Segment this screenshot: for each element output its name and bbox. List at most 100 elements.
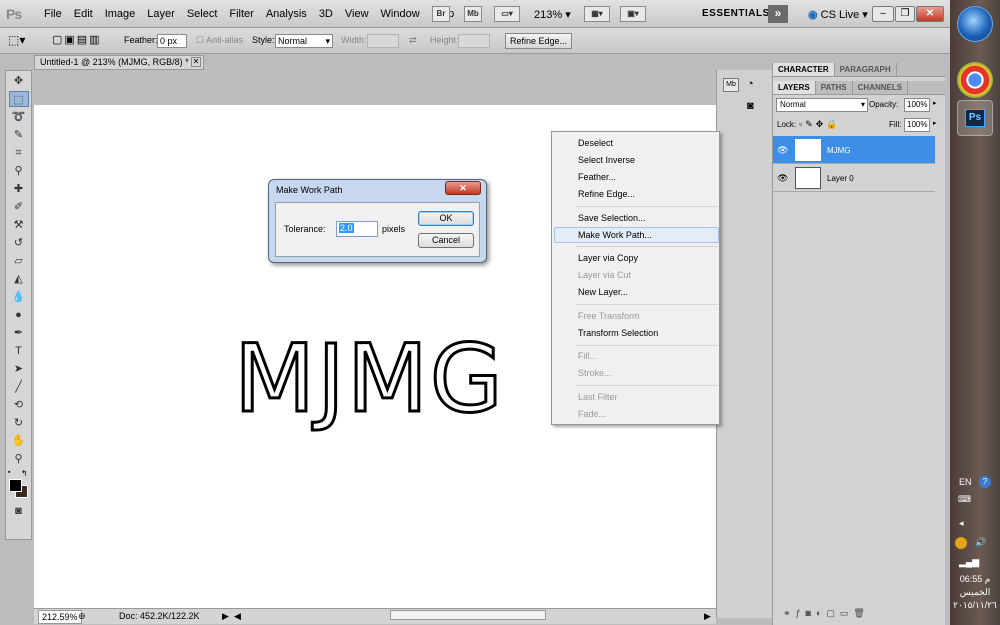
close-button[interactable]: ✕ bbox=[916, 6, 944, 22]
paint-bucket-icon[interactable]: ◭ bbox=[9, 271, 29, 287]
opacity-slider-arrow-icon[interactable]: ▸ bbox=[933, 99, 937, 107]
document-tab[interactable]: Untitled-1 @ 213% (MJMG, RGB/8) * ✕ bbox=[34, 55, 204, 70]
history-panel-icon[interactable]: ◙ bbox=[747, 100, 754, 112]
tray-expand-icon[interactable]: ◂ bbox=[959, 518, 964, 529]
refine-edge-button[interactable]: Refine Edge... bbox=[505, 33, 572, 49]
network-icon[interactable]: ▂▄▆ bbox=[959, 557, 979, 568]
layer-footer-icons[interactable]: ⚭ƒ◙◐▢▭🗑 bbox=[783, 608, 870, 619]
menu-item-layer-via-copy[interactable]: Layer via Copy bbox=[578, 253, 638, 263]
blur-icon[interactable]: 💧 bbox=[9, 289, 29, 305]
opacity-input[interactable]: 100% bbox=[904, 98, 930, 112]
expand-workspaces-icon[interactable]: » bbox=[768, 5, 788, 23]
menu-item-deselect[interactable]: Deselect bbox=[578, 138, 613, 148]
path-selection-icon[interactable]: ➤ bbox=[9, 361, 29, 377]
minibridge-icon[interactable]: Mb bbox=[464, 6, 482, 22]
help-icon[interactable]: ? bbox=[979, 476, 991, 488]
crop-icon[interactable]: ⌗ bbox=[9, 145, 29, 161]
cs-live-button[interactable]: ◉ CS Live ▾ bbox=[808, 8, 868, 21]
menu-analysis[interactable]: Analysis bbox=[260, 0, 313, 28]
photoshop-taskbar-button[interactable]: Ps bbox=[957, 100, 993, 136]
type-tool-icon[interactable]: T bbox=[9, 343, 29, 359]
tab-character[interactable]: CHARACTER bbox=[773, 63, 835, 76]
menu-file[interactable]: File bbox=[38, 0, 68, 28]
lasso-icon[interactable]: ➰ bbox=[9, 109, 29, 125]
marquee-preset-icon[interactable]: ⬚▾ bbox=[8, 33, 25, 47]
quick-mask-icon[interactable]: ◙ bbox=[9, 503, 29, 519]
workspace-switcher[interactable]: ESSENTIALS bbox=[702, 8, 770, 19]
swap-icon[interactable]: ⇄ bbox=[409, 35, 417, 46]
minimize-button[interactable]: – bbox=[872, 6, 894, 22]
menu-item-new-layer[interactable]: New Layer... bbox=[578, 287, 628, 297]
menu-item-last-filter[interactable]: Last Filter bbox=[578, 392, 618, 402]
menu-item-save-selection[interactable]: Save Selection... bbox=[578, 213, 646, 223]
tab-paragraph[interactable]: PARAGRAPH bbox=[835, 63, 897, 76]
pen-icon[interactable]: ✒ bbox=[9, 325, 29, 341]
arrange-documents-icon[interactable]: ▦▾ bbox=[584, 6, 610, 22]
color-swatches[interactable]: ▪ ↰ bbox=[6, 469, 31, 499]
menu-edit[interactable]: Edit bbox=[68, 0, 99, 28]
scroll-left-icon[interactable]: ◀ bbox=[234, 609, 241, 624]
blend-mode-select[interactable]: Normal ▾ bbox=[776, 98, 868, 112]
lock-icons[interactable]: ▫✎✥🔒 bbox=[799, 119, 840, 130]
fill-input[interactable]: 100% bbox=[904, 118, 930, 132]
menu-select[interactable]: Select bbox=[181, 0, 224, 28]
dodge-icon[interactable]: ● bbox=[9, 307, 29, 323]
screen-mode-icon[interactable]: ▣▾ bbox=[620, 6, 646, 22]
default-colors-icon[interactable]: ▪ bbox=[8, 469, 10, 476]
zoom-icon[interactable]: ⚲ bbox=[9, 451, 29, 467]
language-indicator[interactable]: EN bbox=[959, 477, 972, 487]
style-select[interactable]: Normal ▾ bbox=[275, 34, 333, 48]
menu-filter[interactable]: Filter bbox=[223, 0, 259, 28]
fill-slider-arrow-icon[interactable]: ▸ bbox=[933, 119, 937, 127]
minibridge-panel-icon[interactable]: Mb bbox=[723, 78, 739, 92]
bridge-icon[interactable]: Br bbox=[432, 6, 450, 22]
tab-layers[interactable]: LAYERS bbox=[773, 81, 816, 94]
tab-channels[interactable]: CHANNELS bbox=[853, 81, 909, 94]
layer-row-mjmg[interactable]: 👁 T MJMG bbox=[773, 136, 935, 164]
eye-icon[interactable]: 👁 bbox=[777, 173, 788, 184]
clone-stamp-icon[interactable]: ⚒ bbox=[9, 217, 29, 233]
menu-item-layer-via-cut[interactable]: Layer via Cut bbox=[578, 270, 631, 280]
menu-item-make-work-path[interactable]: Make Work Path... bbox=[578, 230, 652, 240]
3d-rotate-icon[interactable]: ⟲ bbox=[9, 397, 29, 413]
feather-input[interactable]: 0 px bbox=[157, 34, 187, 48]
menu-item-fade[interactable]: Fade... bbox=[578, 409, 606, 419]
move-tool-icon[interactable]: ✥ bbox=[9, 73, 29, 89]
navigator-panel-icon[interactable]: ◔ bbox=[747, 78, 754, 90]
status-menu-arrow-icon[interactable]: ▶ bbox=[222, 609, 229, 624]
eyedropper-icon[interactable]: ⚲ bbox=[9, 163, 29, 179]
tolerance-input[interactable]: 2.0 bbox=[336, 221, 378, 237]
hand-icon[interactable]: ✋ bbox=[9, 433, 29, 449]
clock-time[interactable]: 06:55 م bbox=[950, 574, 1000, 585]
volume-icon[interactable]: 🔊 bbox=[975, 537, 986, 548]
menu-item-transform-selection[interactable]: Transform Selection bbox=[578, 328, 658, 338]
layer-row-layer0[interactable]: 👁 Layer 0 bbox=[773, 164, 935, 192]
menu-image[interactable]: Image bbox=[99, 0, 142, 28]
view-extras-icon[interactable]: ▭▾ bbox=[494, 6, 520, 22]
width-input[interactable] bbox=[367, 34, 399, 48]
menu-item-free-transform[interactable]: Free Transform bbox=[578, 311, 640, 321]
healing-brush-icon[interactable]: ✚ bbox=[9, 181, 29, 197]
close-document-icon[interactable]: ✕ bbox=[191, 57, 201, 67]
status-zoom-icon[interactable]: ⊛ bbox=[78, 609, 86, 624]
eraser-icon[interactable]: ▱ bbox=[9, 253, 29, 269]
chrome-icon[interactable] bbox=[957, 62, 993, 98]
menu-item-fill[interactable]: Fill... bbox=[578, 351, 597, 361]
menu-window[interactable]: Window bbox=[375, 0, 426, 28]
restore-button[interactable]: ❐ bbox=[895, 6, 915, 22]
status-zoom[interactable]: 212.59% bbox=[38, 610, 82, 624]
menu-item-select-inverse[interactable]: Select Inverse bbox=[578, 155, 635, 165]
zoom-level[interactable]: 213% ▾ bbox=[534, 8, 571, 21]
menu-view[interactable]: View bbox=[339, 0, 375, 28]
history-brush-icon[interactable]: ↺ bbox=[9, 235, 29, 251]
ok-button[interactable]: OK bbox=[418, 211, 474, 226]
menu-layer[interactable]: Layer bbox=[141, 0, 181, 28]
brush-icon[interactable]: ✐ bbox=[9, 199, 29, 215]
eye-icon[interactable]: 👁 bbox=[777, 145, 788, 156]
line-shape-icon[interactable]: ╱ bbox=[9, 379, 29, 395]
menu-3d[interactable]: 3D bbox=[313, 0, 339, 28]
quick-selection-icon[interactable]: ✎ bbox=[9, 127, 29, 143]
dialog-close-button[interactable]: ✕ bbox=[445, 181, 481, 195]
scroll-right-icon[interactable]: ▶ bbox=[704, 609, 711, 624]
menu-item-feather[interactable]: Feather... bbox=[578, 172, 616, 182]
